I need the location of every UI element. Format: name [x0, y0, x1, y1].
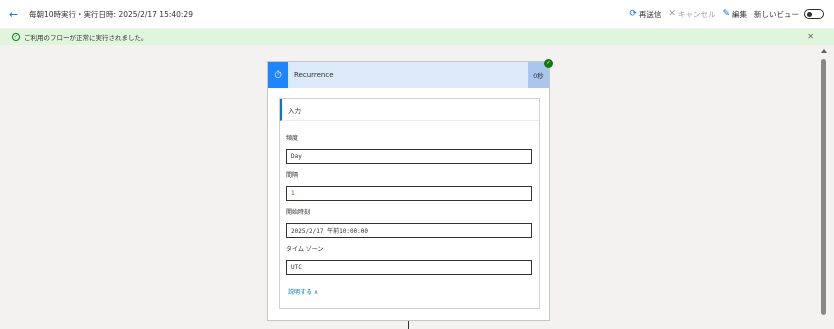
pencil-icon: ✎	[722, 9, 730, 19]
field-value: Day	[286, 149, 532, 164]
resubmit-button[interactable]: ⟳ 再送信	[629, 9, 661, 20]
collapse-link[interactable]: 説明する ∧	[288, 287, 318, 296]
field-interval: 間隔 1	[286, 170, 532, 201]
inputs-panel: 入力 頻度 Day 間隔 1 開始時刻 2025/2/17 午前10:00:00…	[279, 98, 540, 309]
edit-label: 編集	[732, 9, 747, 19]
close-icon: ✕	[668, 9, 676, 19]
back-arrow-icon[interactable]: ←	[9, 9, 23, 20]
field-start-time: 開始時刻 2025/2/17 午前10:00:00	[286, 207, 532, 238]
new-view-label: 新しいビュー	[754, 9, 799, 19]
banner-message: ご利用のフローが正常に実行されました。	[24, 34, 148, 42]
recurrence-card: ⏱ Recurrence 0秒 入力 頻度 Day 間隔 1 開始時刻 2025…	[267, 61, 550, 321]
field-frequency: 頻度 Day	[286, 133, 532, 164]
card-header[interactable]: ⏱ Recurrence 0秒	[268, 62, 549, 88]
field-time-zone: タイム ゾーン UTC	[286, 244, 532, 275]
field-value: 2025/2/17 午前10:00:00	[286, 223, 532, 238]
flow-connector	[408, 321, 409, 329]
field-label: 頻度	[286, 135, 299, 142]
check-circle-icon: ✓	[12, 33, 20, 41]
inputs-header[interactable]: 入力	[280, 99, 539, 121]
top-bar: ← 毎朝10時実行・実行日時: 2025/2/17 15:40:29 ⟳ 再送信…	[0, 0, 834, 28]
field-value: 1	[286, 186, 532, 201]
field-label: 開始時刻	[286, 209, 311, 216]
timer-icon: ⏱	[268, 62, 288, 88]
scroll-thumb[interactable]	[821, 59, 826, 315]
scroll-up-icon[interactable]	[821, 49, 827, 53]
field-label: タイム ゾーン	[286, 246, 324, 253]
trigger-name: Recurrence	[294, 71, 334, 79]
field-label: 間隔	[286, 172, 299, 179]
run-title: 毎朝10時実行・実行日時: 2025/2/17 15:40:29	[29, 9, 193, 19]
cancel-button[interactable]: ✕ キャンセル	[668, 9, 715, 20]
resubmit-label: 再送信	[638, 9, 662, 19]
cancel-label: キャンセル	[677, 9, 716, 19]
top-actions: ⟳ 再送信 ✕ キャンセル ✎ 編集 新しいビュー	[629, 0, 824, 28]
toggle-switch[interactable]	[804, 9, 824, 19]
scrollbar[interactable]	[820, 47, 828, 329]
success-check-icon: ✓	[544, 59, 553, 68]
banner-close-icon[interactable]: ✕	[807, 32, 814, 41]
toggle-knob	[807, 11, 812, 17]
refresh-icon: ⟳	[629, 9, 637, 19]
edit-button[interactable]: ✎ 編集	[722, 9, 747, 20]
new-view-toggle[interactable]: 新しいビュー	[754, 9, 824, 20]
success-banner: ✓ ご利用のフローが正常に実行されました。 ✕	[0, 29, 834, 45]
field-value: UTC	[286, 260, 532, 275]
